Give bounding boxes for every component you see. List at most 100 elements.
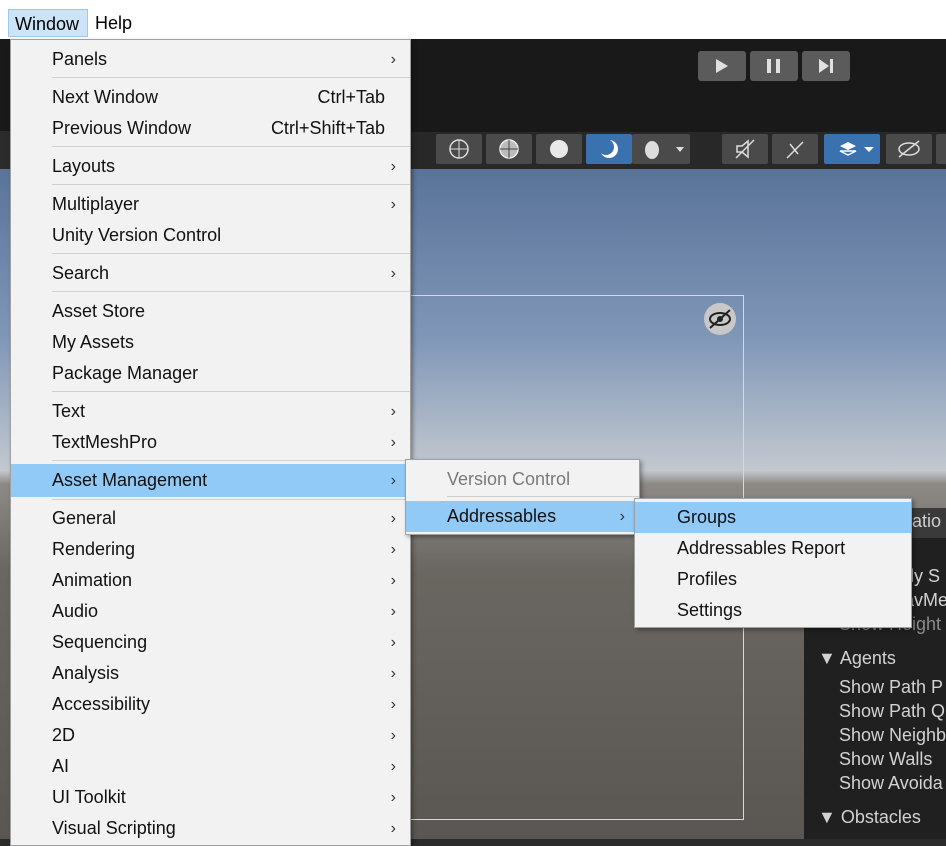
menu-window[interactable]: Window bbox=[8, 9, 88, 37]
menu-item-my-assets[interactable]: My Assets bbox=[11, 327, 410, 358]
chevron-right-icon: › bbox=[390, 403, 396, 420]
menu-separator bbox=[52, 499, 410, 500]
menu-item-panels[interactable]: Panels › bbox=[11, 44, 410, 75]
menu-item-visual-scripting[interactable]: Visual Scripting › bbox=[11, 813, 410, 844]
menu-item-label: Animation bbox=[52, 570, 133, 590]
obstacles-group[interactable]: ▼ Obstacles bbox=[818, 807, 921, 828]
menu-item-sequencing[interactable]: Sequencing › bbox=[11, 627, 410, 658]
menu-item-label: Asset Store bbox=[52, 301, 146, 321]
shaded-wire-globe-icon bbox=[499, 139, 519, 159]
menu-item-label: Previous Window bbox=[52, 118, 192, 138]
menu-item-profiles[interactable]: Profiles bbox=[635, 564, 911, 595]
menu-separator bbox=[52, 77, 410, 78]
audio-toggle-button[interactable] bbox=[722, 134, 768, 164]
chevron-right-icon: › bbox=[390, 727, 396, 744]
shading-wireframe-button[interactable] bbox=[436, 134, 482, 164]
menu-item-label: Package Manager bbox=[52, 363, 199, 383]
layers-dropdown[interactable] bbox=[824, 134, 880, 164]
menu-item-asset-management[interactable]: Asset Management › bbox=[11, 464, 410, 497]
toolbar-overflow-button[interactable] bbox=[936, 134, 946, 164]
menu-item-addressables-report[interactable]: Addressables Report bbox=[635, 533, 911, 564]
menu-item-ai[interactable]: AI › bbox=[11, 751, 410, 782]
debug-draw-dropdown[interactable] bbox=[632, 134, 690, 164]
shading-shaded-button[interactable] bbox=[536, 134, 582, 164]
menu-item-search[interactable]: Search › bbox=[11, 258, 410, 289]
pause-icon bbox=[767, 59, 780, 73]
menu-separator bbox=[52, 146, 410, 147]
audio-mute-icon bbox=[735, 139, 755, 159]
overlay-row[interactable]: Show Neighb bbox=[839, 725, 946, 746]
chevron-right-icon: › bbox=[390, 634, 396, 651]
menu-item-label: General bbox=[52, 508, 117, 528]
agents-group[interactable]: ▼ Agents bbox=[818, 648, 896, 669]
asset-management-submenu: Version Control Addressables › bbox=[405, 459, 640, 535]
chevron-right-icon: › bbox=[390, 434, 396, 451]
menu-bar: Window Help bbox=[0, 0, 946, 39]
menu-item-label: Panels bbox=[52, 49, 108, 69]
effects-toggle-button[interactable] bbox=[772, 134, 818, 164]
visibility-toggle-button[interactable] bbox=[886, 134, 932, 164]
step-button[interactable] bbox=[802, 51, 850, 81]
menu-item-previous-window[interactable]: Previous Window Ctrl+Shift+Tab bbox=[11, 113, 410, 144]
overlay-row[interactable]: Show Avoida bbox=[839, 773, 943, 794]
menu-item-2d[interactable]: 2D › bbox=[11, 720, 410, 751]
menu-item-package-manager[interactable]: Package Manager bbox=[11, 358, 410, 389]
chevron-right-icon: › bbox=[390, 265, 396, 282]
menu-help[interactable]: Help bbox=[89, 9, 139, 37]
menu-item-label: UI Toolkit bbox=[52, 787, 126, 807]
chevron-right-icon: › bbox=[390, 472, 396, 489]
overlay-row[interactable]: Show Path Q bbox=[839, 701, 945, 722]
menu-item-audio[interactable]: Audio › bbox=[11, 596, 410, 627]
menu-item-label: AI bbox=[52, 756, 70, 776]
menu-item-label: Audio bbox=[52, 601, 99, 621]
menu-item-unity-version-control[interactable]: Unity Version Control bbox=[11, 220, 410, 251]
chevron-right-icon: › bbox=[390, 541, 396, 558]
menu-item-ui-toolkit[interactable]: UI Toolkit › bbox=[11, 782, 410, 813]
menu-item-layouts[interactable]: Layouts › bbox=[11, 151, 410, 182]
menu-item-label: Next Window bbox=[52, 87, 159, 107]
play-icon bbox=[716, 59, 728, 73]
chevron-right-icon: › bbox=[390, 665, 396, 682]
menu-item-animation[interactable]: Animation › bbox=[11, 565, 410, 596]
scene-visibility-button[interactable] bbox=[704, 303, 736, 335]
menu-item-next-window[interactable]: Next Window Ctrl+Tab bbox=[11, 82, 410, 113]
menu-item-label: Sequencing bbox=[52, 632, 148, 652]
menu-item-analysis[interactable]: Analysis › bbox=[11, 658, 410, 689]
overlay-row[interactable]: Show Path P bbox=[839, 677, 943, 698]
menu-item-label: Unity Version Control bbox=[52, 225, 222, 245]
play-button[interactable] bbox=[698, 51, 746, 81]
menu-item-multiplayer[interactable]: Multiplayer › bbox=[11, 189, 410, 220]
menu-item-label: Text bbox=[52, 401, 86, 421]
menu-item-label: Addressables bbox=[447, 506, 557, 526]
menu-separator bbox=[52, 291, 410, 292]
overlay-row[interactable]: Show Walls bbox=[839, 749, 932, 770]
menu-item-rendering[interactable]: Rendering › bbox=[11, 534, 410, 565]
step-icon bbox=[819, 59, 833, 73]
menu-item-groups[interactable]: Groups bbox=[635, 502, 911, 533]
addressables-submenu: Groups Addressables Report Profiles Sett… bbox=[634, 498, 912, 628]
menu-item-label: Layouts bbox=[52, 156, 116, 176]
menu-item-label: Analysis bbox=[52, 663, 120, 683]
eye-slash-icon bbox=[709, 309, 731, 329]
menu-item-label: TextMeshPro bbox=[52, 432, 158, 452]
chevron-right-icon: › bbox=[619, 508, 625, 525]
shading-shaded-wire-button[interactable] bbox=[486, 134, 532, 164]
menu-item-accessibility[interactable]: Accessibility › bbox=[11, 689, 410, 720]
shading-unlit-button[interactable] bbox=[586, 134, 632, 164]
pause-button[interactable] bbox=[750, 51, 798, 81]
menu-item-text[interactable]: Text › bbox=[11, 396, 410, 427]
menu-item-asset-store[interactable]: Asset Store bbox=[11, 296, 410, 327]
menu-separator bbox=[447, 496, 639, 497]
chevron-right-icon: › bbox=[390, 820, 396, 837]
menu-item-label: Addressables Report bbox=[677, 538, 846, 558]
menu-item-textmeshpro[interactable]: TextMeshPro › bbox=[11, 427, 410, 458]
menu-item-label: Accessibility bbox=[52, 694, 151, 714]
menu-item-settings[interactable]: Settings bbox=[635, 595, 911, 626]
menu-item-label: Rendering bbox=[52, 539, 136, 559]
menu-item-addressables[interactable]: Addressables › bbox=[406, 501, 639, 532]
menu-separator bbox=[52, 391, 410, 392]
effects-icon bbox=[786, 141, 804, 159]
menu-item-label: Groups bbox=[677, 507, 737, 527]
layers-icon bbox=[839, 142, 874, 156]
menu-item-general[interactable]: General › bbox=[11, 503, 410, 534]
